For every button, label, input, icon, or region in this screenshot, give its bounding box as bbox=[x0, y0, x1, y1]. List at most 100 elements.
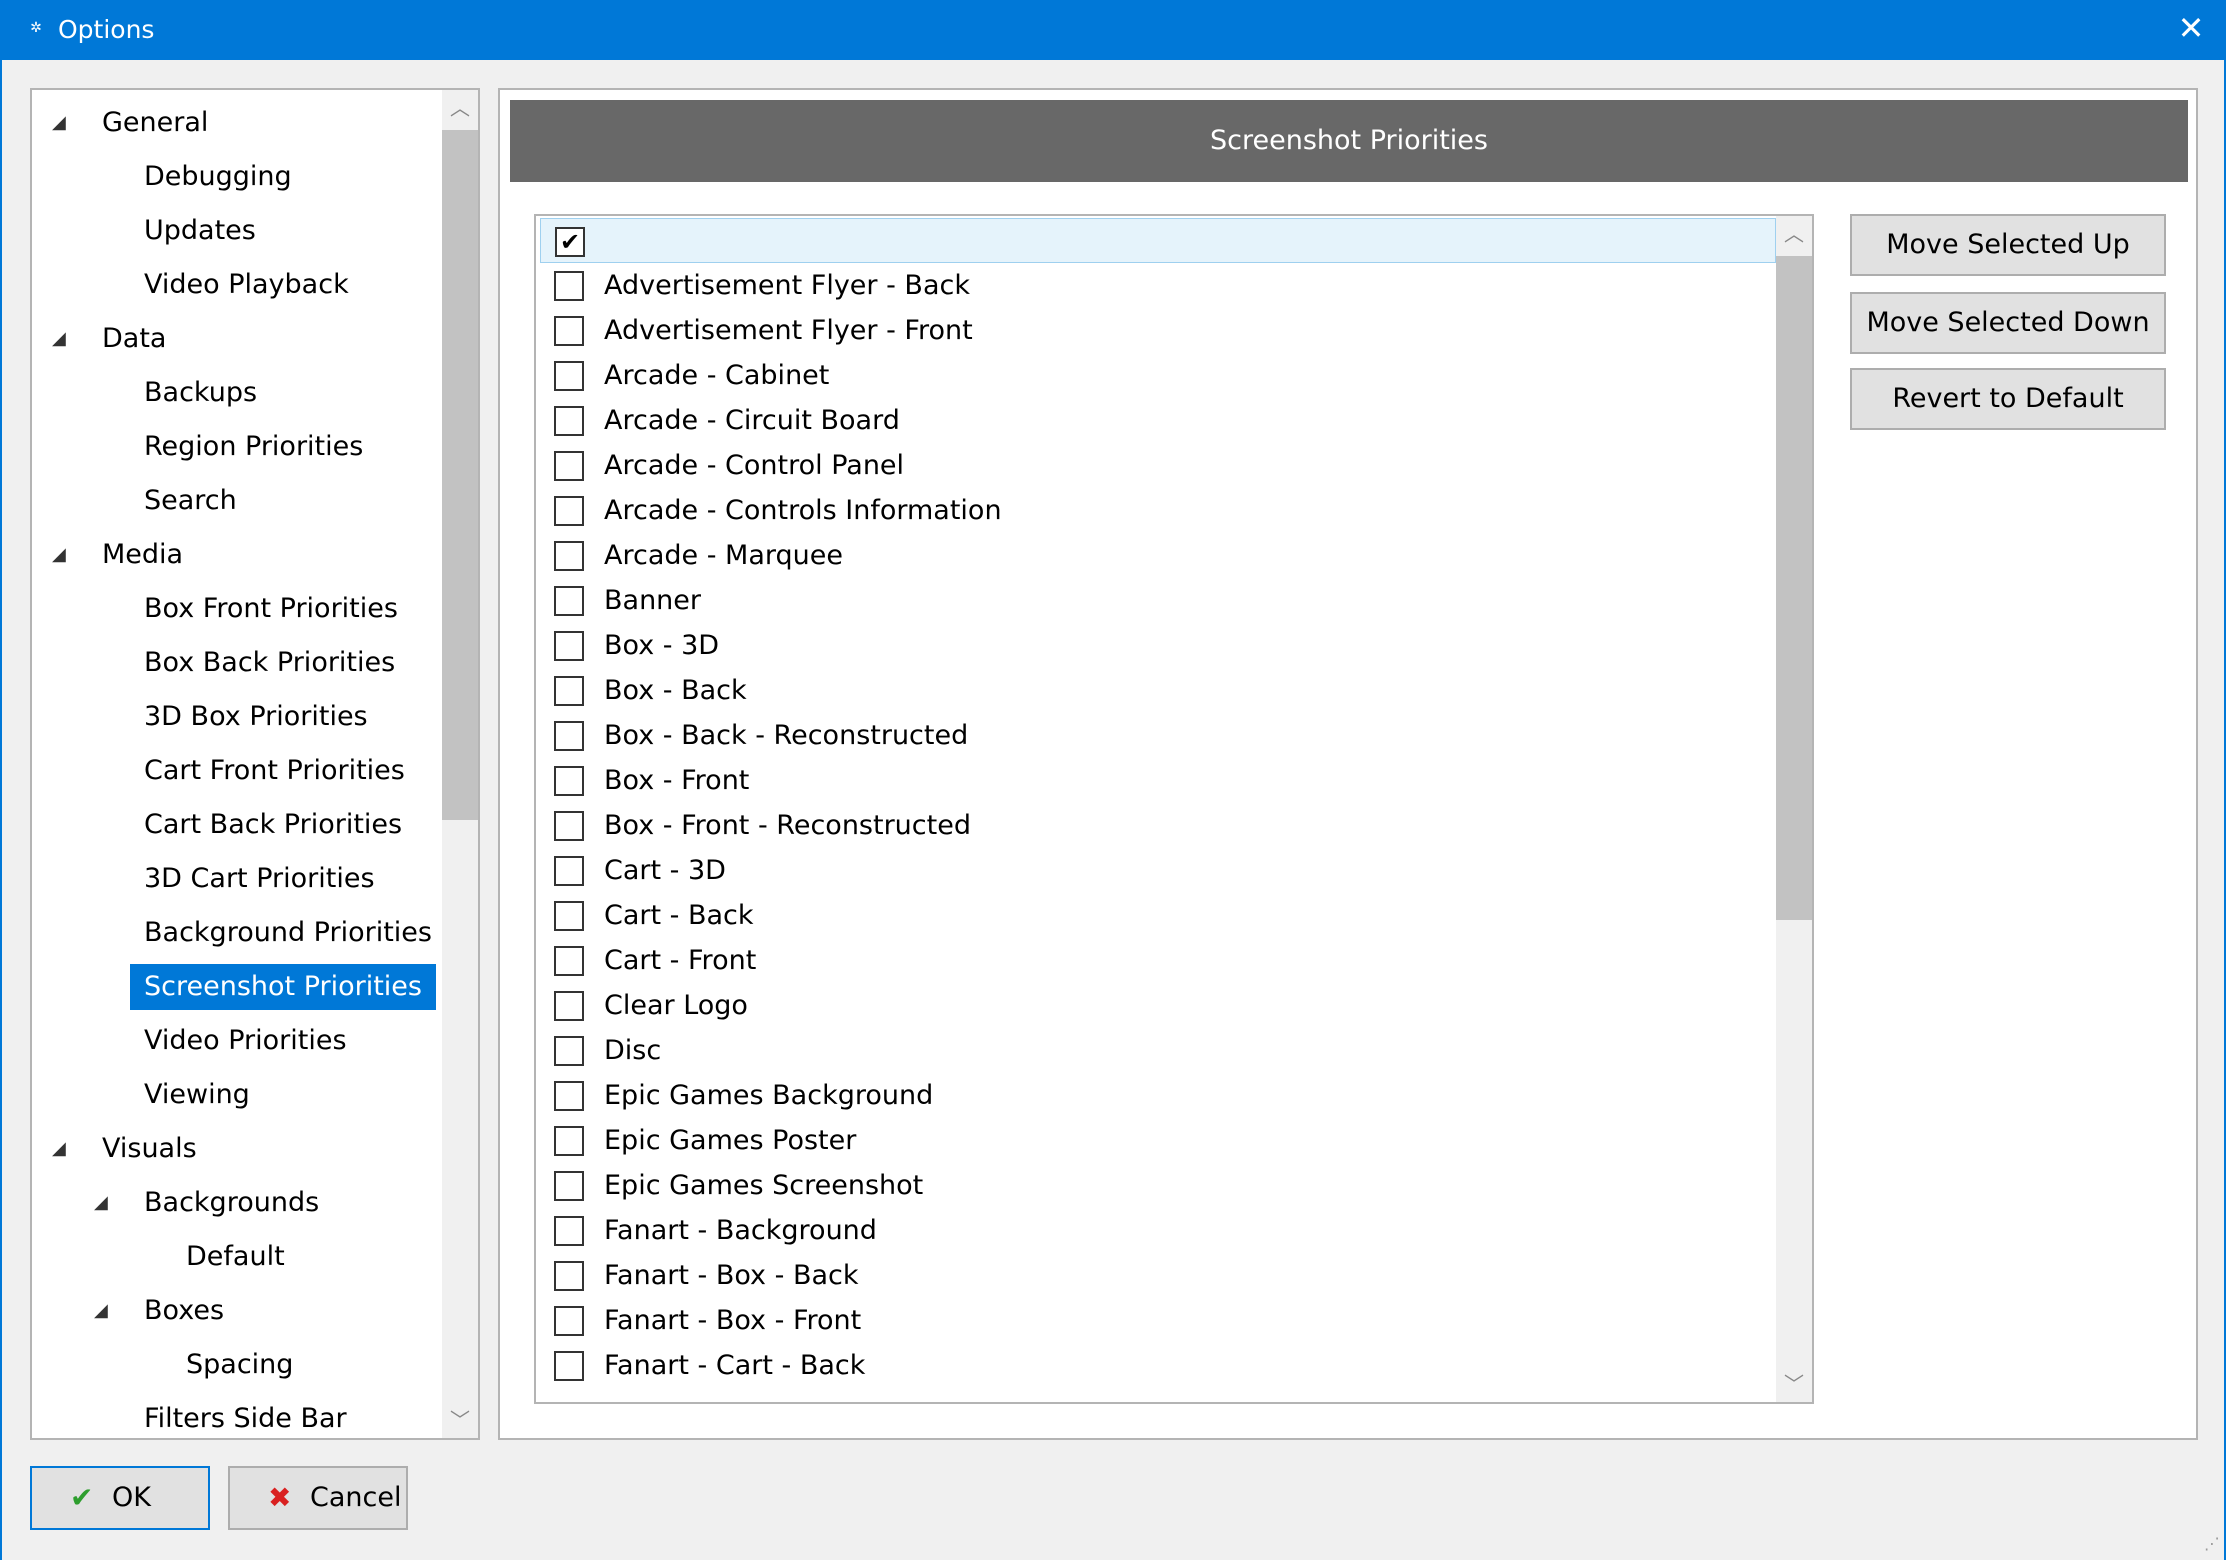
checkbox[interactable] bbox=[554, 1351, 584, 1381]
checkbox[interactable] bbox=[554, 496, 584, 526]
expand-triangle-icon[interactable]: ◢ bbox=[94, 1288, 114, 1334]
checkbox[interactable] bbox=[554, 1306, 584, 1336]
tree-item[interactable]: 3D Cart Priorities bbox=[130, 856, 389, 902]
expand-triangle-icon[interactable]: ◢ bbox=[52, 532, 72, 578]
checkbox[interactable] bbox=[554, 1036, 584, 1066]
checkbox[interactable] bbox=[554, 541, 584, 571]
priority-list[interactable]: Fanart - Cart - Back Fanart - Box - Front… bbox=[534, 214, 1814, 1404]
tree-item[interactable]: Filters Side Bar bbox=[130, 1396, 361, 1438]
checkbox[interactable] bbox=[554, 271, 584, 301]
scroll-down-arrow-icon[interactable]: ﹀ bbox=[1776, 1366, 1812, 1402]
tree-item[interactable]: Box Back Priorities bbox=[130, 640, 409, 686]
tree-item[interactable]: Cart Back Priorities bbox=[130, 802, 416, 848]
list-item[interactable]: Box - Front bbox=[540, 758, 1776, 803]
list-item[interactable]: Clear Logo bbox=[540, 983, 1776, 1028]
list-item[interactable]: Fanart - Cart - Back bbox=[540, 1343, 1776, 1388]
checkbox[interactable] bbox=[554, 1171, 584, 1201]
scroll-thumb[interactable] bbox=[442, 130, 478, 820]
checkbox[interactable] bbox=[554, 721, 584, 751]
list-item[interactable]: Box - Front - Reconstructed bbox=[540, 803, 1776, 848]
scroll-up-arrow-icon[interactable]: ︿ bbox=[1776, 216, 1812, 252]
list-item[interactable]: Cart - Back bbox=[540, 893, 1776, 938]
cancel-button[interactable]: ✖ Cancel bbox=[228, 1466, 408, 1530]
list-item[interactable]: ✔ bbox=[540, 218, 1776, 263]
checkbox[interactable] bbox=[554, 1261, 584, 1291]
checkbox[interactable]: ✔ bbox=[555, 227, 585, 257]
list-item[interactable]: Box - Back - Reconstructed bbox=[540, 713, 1776, 758]
expand-triangle-icon[interactable]: ◢ bbox=[52, 316, 72, 362]
list-item[interactable]: Arcade - Cabinet bbox=[540, 353, 1776, 398]
list-item[interactable]: Epic Games Screenshot bbox=[540, 1163, 1776, 1208]
list-item[interactable]: Box - 3D bbox=[540, 623, 1776, 668]
tree-item[interactable]: ◢ Backgrounds bbox=[94, 1180, 333, 1226]
list-item[interactable]: Fanart - Background bbox=[540, 1208, 1776, 1253]
scroll-thumb[interactable] bbox=[1776, 256, 1812, 920]
list-item[interactable]: Advertisement Flyer - Front bbox=[540, 308, 1776, 353]
list-item[interactable]: Epic Games Poster bbox=[540, 1118, 1776, 1163]
expand-triangle-icon[interactable]: ◢ bbox=[52, 100, 72, 146]
list-item[interactable]: Arcade - Controls Information bbox=[540, 488, 1776, 533]
checkbox[interactable] bbox=[554, 676, 584, 706]
tree-item[interactable]: Viewing bbox=[130, 1072, 264, 1118]
checkbox[interactable] bbox=[554, 811, 584, 841]
tree-item[interactable]: Video Priorities bbox=[130, 1018, 361, 1064]
checkbox[interactable] bbox=[554, 316, 584, 346]
checkbox[interactable] bbox=[554, 901, 584, 931]
resize-grip-icon[interactable]: ⋰ bbox=[2200, 1534, 2220, 1554]
checkbox[interactable] bbox=[554, 1126, 584, 1156]
list-item[interactable]: Fanart - Box - Front bbox=[540, 1298, 1776, 1343]
tree-item[interactable]: Backups bbox=[130, 370, 271, 416]
checkbox[interactable] bbox=[554, 991, 584, 1021]
list-item[interactable]: Arcade - Control Panel bbox=[540, 443, 1776, 488]
tree-item[interactable]: Debugging bbox=[130, 154, 306, 200]
tree-item[interactable]: ◢ Data bbox=[52, 316, 180, 362]
list-item[interactable]: Cart - 3D bbox=[540, 848, 1776, 893]
checkbox[interactable] bbox=[554, 856, 584, 886]
list-item[interactable]: Disc bbox=[540, 1028, 1776, 1073]
move-selected-up-button[interactable]: Move Selected Up bbox=[1850, 214, 2166, 276]
checkbox[interactable] bbox=[554, 406, 584, 436]
revert-to-default-button[interactable]: Revert to Default bbox=[1850, 368, 2166, 430]
tree-item[interactable]: Box Front Priorities bbox=[130, 586, 412, 632]
options-tree[interactable]: ︿ ﹀ ◢ General Debugging Updates Video Playba… bbox=[30, 88, 480, 1440]
tree-item[interactable]: Search bbox=[130, 478, 251, 524]
checkbox[interactable] bbox=[554, 1081, 584, 1111]
tree-item[interactable]: Default bbox=[172, 1234, 299, 1280]
expand-triangle-icon[interactable]: ◢ bbox=[94, 1180, 114, 1226]
list-scrollbar[interactable]: ︿ ﹀ bbox=[1776, 216, 1812, 1402]
tree-item[interactable]: ◢ General bbox=[52, 100, 222, 146]
tree-item[interactable]: Cart Front Priorities bbox=[130, 748, 419, 794]
list-item[interactable]: Epic Games Background bbox=[540, 1073, 1776, 1118]
list-item[interactable]: Advertisement Flyer - Back bbox=[540, 263, 1776, 308]
ok-button[interactable]: ✔ OK bbox=[30, 1466, 210, 1530]
tree-item[interactable]: 3D Box Priorities bbox=[130, 694, 382, 740]
tree-scrollbar[interactable]: ︿ ﹀ bbox=[442, 90, 478, 1438]
list-item[interactable]: Banner bbox=[540, 578, 1776, 623]
checkbox[interactable] bbox=[554, 586, 584, 616]
checkbox[interactable] bbox=[554, 1216, 584, 1246]
tree-item[interactable]: Video Playback bbox=[130, 262, 363, 308]
scroll-up-arrow-icon[interactable]: ︿ bbox=[442, 90, 478, 126]
list-item[interactable]: Arcade - Marquee bbox=[540, 533, 1776, 578]
move-selected-down-button[interactable]: Move Selected Down bbox=[1850, 292, 2166, 354]
tree-item[interactable]: ◢ Boxes bbox=[94, 1288, 238, 1334]
tree-item[interactable]: Updates bbox=[130, 208, 270, 254]
checkbox[interactable] bbox=[554, 631, 584, 661]
checkbox[interactable] bbox=[554, 361, 584, 391]
tree-item[interactable]: ◢ Media bbox=[52, 532, 197, 578]
list-item[interactable]: Box - Back bbox=[540, 668, 1776, 713]
list-item[interactable]: Fanart - Box - Back bbox=[540, 1253, 1776, 1298]
tree-item[interactable]: ◢ Visuals bbox=[52, 1126, 211, 1172]
scroll-down-arrow-icon[interactable]: ﹀ bbox=[442, 1402, 478, 1438]
tree-item[interactable]: Background Priorities bbox=[130, 910, 446, 956]
checkbox[interactable] bbox=[554, 766, 584, 796]
expand-triangle-icon[interactable]: ◢ bbox=[52, 1126, 72, 1172]
close-button[interactable]: ✕ bbox=[2156, 0, 2226, 60]
tree-item[interactable]: Region Priorities bbox=[130, 424, 377, 470]
checkbox[interactable] bbox=[554, 946, 584, 976]
list-item[interactable]: Cart - Front bbox=[540, 938, 1776, 983]
tree-item[interactable]: Screenshot Priorities bbox=[130, 964, 436, 1010]
tree-item[interactable]: Spacing bbox=[172, 1342, 307, 1388]
checkbox[interactable] bbox=[554, 451, 584, 481]
list-item[interactable]: Arcade - Circuit Board bbox=[540, 398, 1776, 443]
